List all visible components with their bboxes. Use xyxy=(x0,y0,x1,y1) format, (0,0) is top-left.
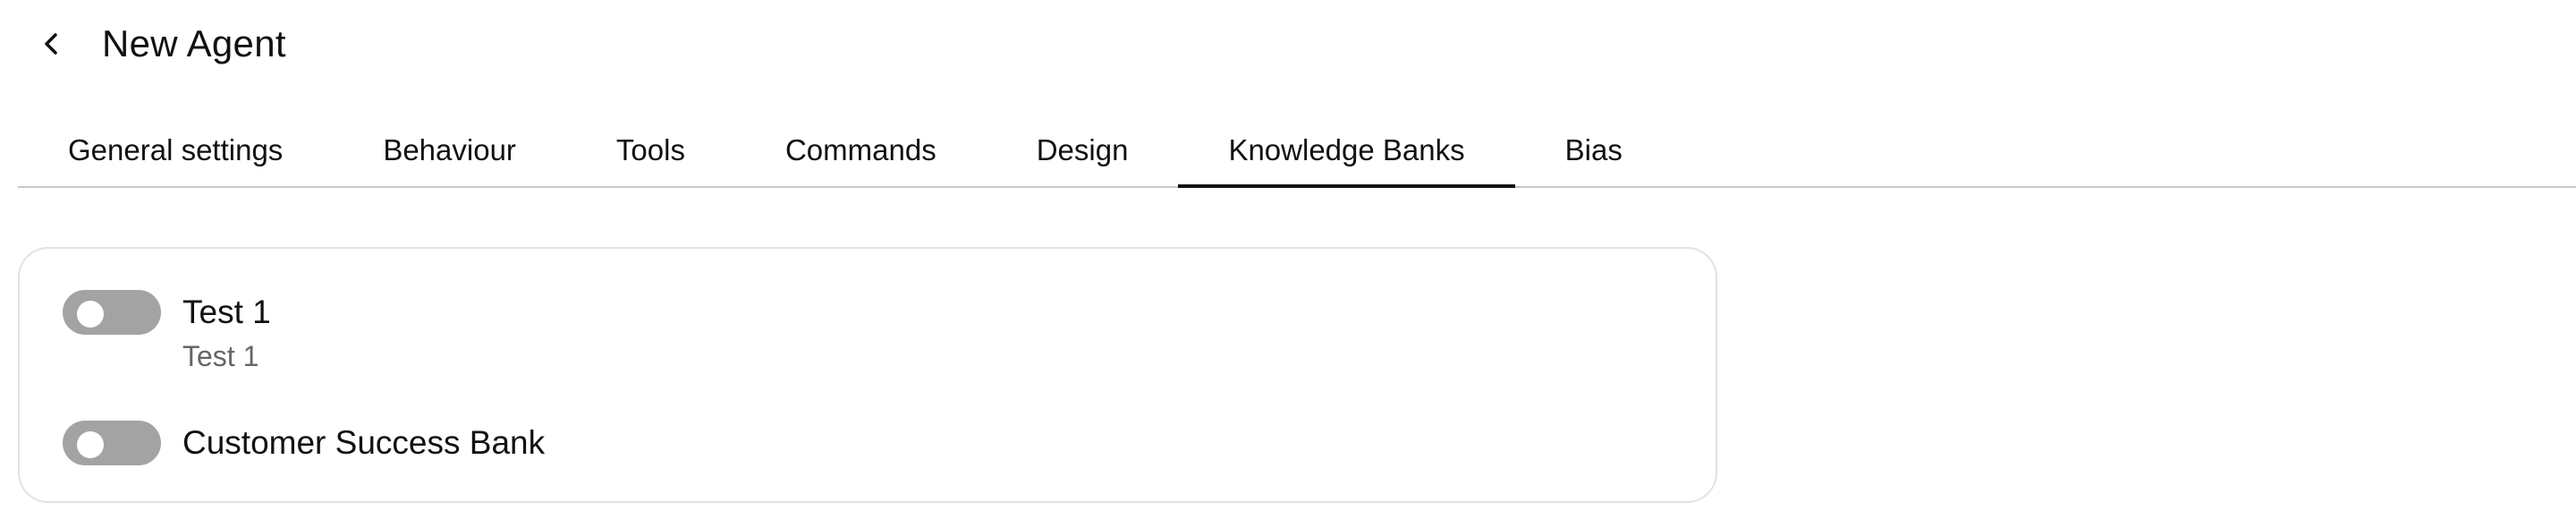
knowledge-bank-text: Test 1 Test 1 xyxy=(182,290,271,372)
chevron-left-icon xyxy=(45,33,57,55)
toggle-knob xyxy=(77,301,104,328)
knowledge-bank-item: Customer Success Bank xyxy=(63,421,545,465)
page-header: New Agent xyxy=(36,13,286,75)
tab-general-settings[interactable]: General settings xyxy=(18,115,333,186)
page-title: New Agent xyxy=(102,22,286,64)
knowledge-bank-item: Test 1 Test 1 xyxy=(63,290,271,372)
knowledge-bank-name: Customer Success Bank xyxy=(182,424,546,461)
tab-design[interactable]: Design xyxy=(987,115,1179,186)
knowledge-bank-toggle[interactable] xyxy=(63,290,161,335)
agent-editor-page: New Agent General settings Behaviour Too… xyxy=(0,0,2576,528)
tab-tools[interactable]: Tools xyxy=(566,115,735,186)
knowledge-bank-description: Test 1 xyxy=(182,340,259,372)
back-button[interactable] xyxy=(36,26,66,62)
tab-knowledge-banks[interactable]: Knowledge Banks xyxy=(1178,115,1515,188)
knowledge-bank-text: Customer Success Bank xyxy=(182,421,545,465)
tab-behaviour[interactable]: Behaviour xyxy=(333,115,566,186)
knowledge-banks-card: Test 1 Test 1 Customer Success Bank xyxy=(18,247,1717,503)
tab-commands[interactable]: Commands xyxy=(735,115,987,186)
toggle-knob xyxy=(77,431,104,458)
tab-bar: General settings Behaviour Tools Command… xyxy=(18,115,2576,188)
tab-bias[interactable]: Bias xyxy=(1515,115,1673,186)
knowledge-bank-name: Test 1 xyxy=(182,294,271,330)
knowledge-bank-toggle[interactable] xyxy=(63,421,161,465)
